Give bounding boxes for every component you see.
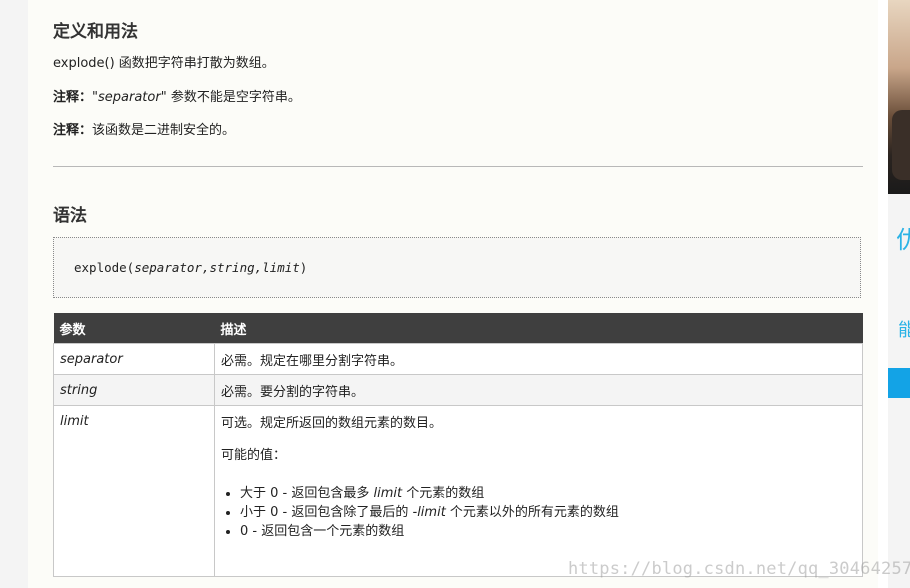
bullet-text: 小于 0 - 返回包含除了最后的 [240,505,413,520]
list-item: 小于 0 - 返回包含除了最后的 -limit 个元素以外的所有元素的数组 [240,503,856,522]
ad-button[interactable] [888,368,910,398]
param-desc: 可选。规定所返回的数组元素的数目。 [221,416,443,431]
bullet-text: 个元素的数组 [402,486,485,501]
watermark: https://blog.csdn.net/qq_30464257 [568,559,910,579]
code-function: explode( [74,260,135,275]
section-heading-definition: 定义和用法 [53,22,138,42]
bullet-text: 大于 0 - 返回包含最多 [240,486,374,501]
possible-values-label: 可能的值： [221,448,287,463]
table-row: limit 可选。规定所返回的数组元素的数目。 可能的值： 大于 0 - 返回包… [53,405,863,577]
column-header-desc: 描述 [214,313,863,344]
note-label: 注释： [53,123,93,138]
bullet-text: 0 - 返回包含一个元素的数组 [240,524,405,539]
param-name: limit [53,405,215,577]
syntax-code-block: explode(separator,string,limit) [53,237,861,298]
param-desc-wrap: 可选。规定所返回的数组元素的数目。 可能的值： 大于 0 - 返回包含最多 li… [221,406,856,541]
sidebar-ad[interactable]: 优 能 [888,0,910,588]
bullet-text: 个元素以外的所有元素的数组 [445,505,619,520]
column-header-param: 参数 [53,313,215,344]
note-param: separator [98,90,161,105]
bullet-param: limit [373,486,403,501]
param-name: string [53,374,215,406]
code-close: ) [299,260,308,275]
param-desc: 必需。要分割的字符串。 [214,374,863,406]
note-binary-safe: 注释：该函数是二进制安全的。 [53,119,235,138]
note-separator: 注释："separator" 参数不能是空字符串。 [53,86,301,105]
note-text: " 参数不能是空字符串。 [160,90,301,105]
param-desc-cell: 可选。规定所返回的数组元素的数目。 可能的值： 大于 0 - 返回包含最多 li… [214,405,863,577]
syntax-code: explode(separator,string,limit) [74,260,307,275]
list-item: 0 - 返回包含一个元素的数组 [240,522,856,541]
table-row: string 必需。要分割的字符串。 [53,374,863,406]
note-label: 注释： [53,90,93,105]
ad-headline[interactable]: 优 [896,228,910,252]
ad-subtext[interactable]: 能 [898,322,910,340]
ad-image[interactable] [888,0,910,194]
note-text: 该函数是二进制安全的。 [92,123,236,138]
left-margin [0,0,28,588]
parameters-table: 参数 描述 separator 必需。规定在哪里分割字符串。 string 必需… [53,313,863,577]
param-desc: 必需。规定在哪里分割字符串。 [214,343,863,375]
section-divider [53,166,863,167]
definition-text: explode() 函数把字符串打散为数组。 [53,56,275,71]
code-args: separator,string,limit [134,260,300,275]
possible-values-list: 大于 0 - 返回包含最多 limit 个元素的数组 小于 0 - 返回包含除了… [221,484,856,541]
section-heading-syntax: 语法 [53,206,87,226]
bullet-param: -limit [412,505,446,520]
table-row: separator 必需。规定在哪里分割字符串。 [53,343,863,375]
content-gutter [878,0,888,588]
list-item: 大于 0 - 返回包含最多 limit 个元素的数组 [240,484,856,503]
param-name: separator [53,343,215,375]
